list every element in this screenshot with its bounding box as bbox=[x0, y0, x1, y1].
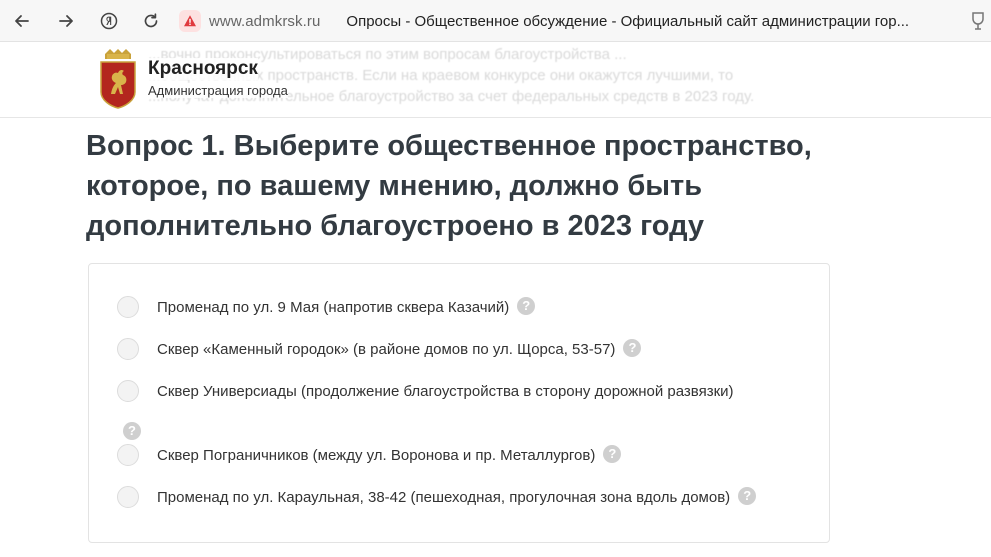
yandex-logo-icon[interactable] bbox=[95, 7, 123, 35]
option-label: Сквер «Каменный городок» (в районе домов… bbox=[157, 341, 616, 358]
browser-toolbar: www.admkrsk.ru Опросы - Общественное обс… bbox=[0, 0, 991, 42]
help-icon[interactable]: ? bbox=[623, 339, 642, 358]
site-brand-name[interactable]: Красноярск bbox=[148, 58, 258, 80]
site-header: Красноярск Администрация города bbox=[0, 42, 991, 118]
option-label: Сквер Пограничников (между ул. Воронова … bbox=[157, 447, 596, 464]
address-bar[interactable]: www.admkrsk.ru Опросы - Общественное обс… bbox=[179, 9, 909, 33]
reload-icon[interactable] bbox=[137, 7, 165, 35]
radio-button[interactable] bbox=[117, 486, 139, 508]
radio-button[interactable] bbox=[117, 444, 139, 466]
site-brand-subtitle: Администрация города bbox=[148, 83, 288, 98]
url-text[interactable]: www.admkrsk.ru bbox=[209, 13, 320, 30]
radio-button[interactable] bbox=[117, 296, 139, 318]
extension-icon[interactable] bbox=[969, 11, 987, 31]
page-tab-title: Опросы - Общественное обсуждение - Офици… bbox=[346, 12, 910, 30]
arrow-right-icon[interactable] bbox=[52, 7, 80, 35]
options-card: Променад по ул. 9 Мая (напротив сквера К… bbox=[88, 263, 830, 543]
help-icon[interactable]: ? bbox=[603, 445, 622, 464]
arrow-left-icon[interactable] bbox=[8, 7, 36, 35]
warning-icon[interactable] bbox=[179, 10, 201, 32]
question-title: Вопрос 1. Выберите общественное простран… bbox=[86, 130, 812, 242]
option-label: Променад по ул. Караульная, 38-42 (пешех… bbox=[157, 489, 731, 506]
radio-button[interactable] bbox=[117, 338, 139, 360]
city-crest-logo[interactable] bbox=[97, 48, 139, 110]
help-icon[interactable]: ? bbox=[738, 487, 757, 506]
radio-button[interactable] bbox=[117, 380, 139, 402]
help-icon[interactable]: ? bbox=[517, 297, 536, 316]
option-label: Променад по ул. 9 Мая (напротив сквера К… bbox=[157, 299, 510, 316]
option-label: Сквер Универсиады (продолжение благоустр… bbox=[157, 383, 734, 400]
help-icon[interactable]: ? bbox=[123, 422, 141, 440]
